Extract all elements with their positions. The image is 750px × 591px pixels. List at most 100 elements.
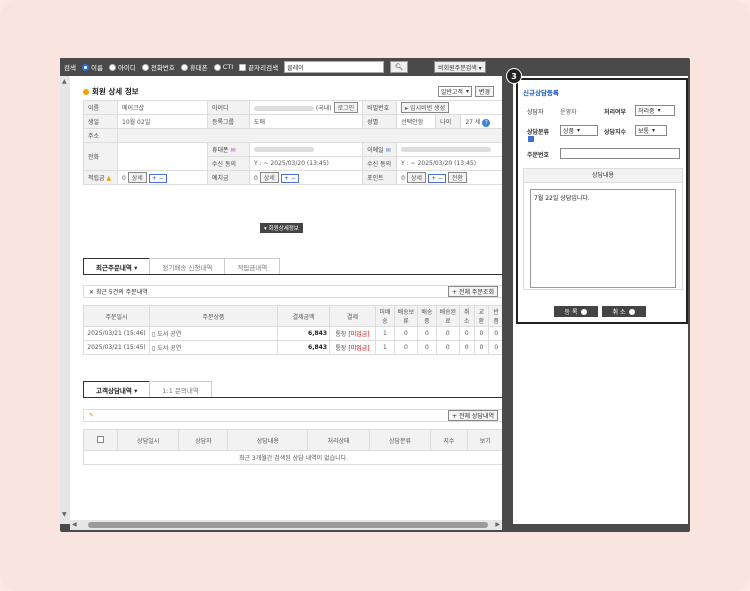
reserve-detail-button[interactable]: 상세 xyxy=(127,172,147,183)
label: 수신 동의 xyxy=(362,156,398,171)
radio-cti[interactable] xyxy=(213,63,221,71)
amount: 6,843 xyxy=(277,340,330,355)
value: 선택안함 xyxy=(396,114,437,129)
radio-name[interactable] xyxy=(81,63,89,71)
count: 0 xyxy=(393,326,418,341)
index-select[interactable]: 보통 ▾ xyxy=(635,125,667,136)
all-orders-button[interactable]: + 전체 주문조회 xyxy=(448,286,498,297)
tab-recent-orders[interactable]: 최근주문내역 ▾ xyxy=(83,258,151,275)
label: 이메일 ✉ xyxy=(362,142,398,157)
value: 0 xyxy=(254,175,258,182)
search-input[interactable]: 클레이 xyxy=(284,61,385,73)
deposit-detail-button[interactable]: 상세 xyxy=(259,172,279,183)
tab-consult-history[interactable]: 고객상담내역 ▾ xyxy=(83,381,151,398)
login-button[interactable]: 로그인 xyxy=(333,102,359,113)
horizontal-scrollbar[interactable]: ◀ ▶ xyxy=(70,520,502,530)
process-status-select[interactable]: 처리중 ▾ xyxy=(635,105,675,116)
radio-label: 아이디 xyxy=(117,64,136,72)
sms-icon[interactable]: ✉ xyxy=(230,147,235,154)
radio-label: 전화번호 xyxy=(150,64,175,72)
page-title: 회원 상세 정보 xyxy=(83,86,139,97)
value: (국내) xyxy=(315,105,332,112)
col-header: 보기 xyxy=(466,429,502,451)
table-row[interactable]: 2025/03/21 (15:45) ▯ 도서 공연 6,843 통장 [미입금… xyxy=(83,340,502,355)
order-date: 2025/03/21 (15:46) xyxy=(83,326,150,341)
point-adjust-button[interactable]: + − xyxy=(427,174,446,183)
all-consult-button[interactable]: + 전체 상담내역 xyxy=(448,410,498,421)
value: 27 세 xyxy=(465,118,481,126)
category-select[interactable]: 상품 ▾ xyxy=(560,125,598,136)
change-button[interactable]: 변경 xyxy=(474,86,494,97)
consult-content-textarea[interactable]: 7월 22일 상담입니다. xyxy=(530,189,676,288)
search-label: 검색 xyxy=(64,64,76,72)
coin-icon: ▲ xyxy=(106,175,112,182)
value: 메이크샵 xyxy=(117,100,208,115)
member-detail-toggle[interactable]: ▾ 회원상세정보 xyxy=(260,223,303,233)
radio-mobile[interactable] xyxy=(180,63,188,71)
button-label: 등 록 xyxy=(564,309,578,316)
pay-method: 통장 xyxy=(335,331,347,338)
button-label: 취 소 xyxy=(612,309,626,316)
close-icon[interactable]: ✕ xyxy=(89,289,94,296)
count: 0 xyxy=(416,340,437,355)
cancel-button[interactable]: 취 소 xyxy=(602,306,646,317)
temp-password-button[interactable]: ▸ 임시비번 생성 xyxy=(401,102,450,113)
scroll-down-icon[interactable]: ▼ xyxy=(62,511,67,518)
tab-qna[interactable]: 1:1 문의내역 xyxy=(149,381,212,398)
guest-order-search-button[interactable]: 비회원주문검색 ▾ xyxy=(434,61,486,73)
order-tabs: 최근주문내역 ▾ 정기배송 신청내역 적립금내역 xyxy=(83,258,281,275)
product-link[interactable]: 도서 공연 xyxy=(157,345,181,352)
label: 주문번호 xyxy=(527,152,550,159)
col-header: 처리상태 xyxy=(307,429,370,451)
help-icon[interactable]: ? xyxy=(482,118,491,127)
orders-table: 주문일시 주문상품 결제금액 결제 미배송 배송보류 배송중 배송완료 취소 교… xyxy=(83,305,502,355)
pay-status: [미입금] xyxy=(348,345,370,352)
checkbox-lastdigits[interactable] xyxy=(239,63,247,71)
empty-message: 최근 3개월간 검색된 상담 내역이 없습니다. xyxy=(83,450,502,465)
reserve-adjust-button[interactable]: + − xyxy=(148,174,167,183)
select-all-checkbox[interactable] xyxy=(97,435,104,443)
count: 0 xyxy=(435,340,460,355)
member-info-table: 이름 메이크샵 아이디 (국내) 로그인 비밀번호 ▸ 임시비번 생성 생일 1… xyxy=(83,100,502,185)
deposit-adjust-button[interactable]: + − xyxy=(280,174,299,183)
label-text: 휴대폰 xyxy=(212,147,229,154)
table-row[interactable]: 2025/03/21 (15:46) ▯ 도서 공연 6,843 통장 [미입금… xyxy=(83,326,502,341)
scroll-up-icon[interactable]: ▲ xyxy=(62,78,67,85)
register-button[interactable]: 등 록 xyxy=(554,306,598,317)
order-number-input[interactable] xyxy=(560,148,680,159)
scroll-thumb[interactable] xyxy=(88,522,488,528)
convert-button[interactable]: 전환 xyxy=(447,172,467,183)
select-value: 보통 xyxy=(638,128,650,135)
add-icon[interactable] xyxy=(528,136,534,142)
radio-label: 이름 xyxy=(90,64,103,72)
col-header: 반품 xyxy=(488,305,502,327)
col-header: 배송보류 xyxy=(393,305,418,327)
radio-phone[interactable] xyxy=(141,63,149,71)
count: 0 xyxy=(473,340,490,355)
memo-icon[interactable]: ✎ xyxy=(89,412,94,419)
customer-type-select[interactable]: 일반고객 ▾ xyxy=(437,86,472,97)
app-window: 검색 이름 아이디 전화번호 휴대폰 CTI 끝자리검색 클레이 🔍︎ 비회원주… xyxy=(60,58,690,532)
search-icon[interactable]: 🔍︎ xyxy=(390,61,409,73)
count: 0 xyxy=(488,326,502,341)
vertical-scrollbar[interactable]: ▲ ▼ xyxy=(60,76,70,524)
mail-icon[interactable]: ✉ xyxy=(386,147,391,154)
masked-mobile xyxy=(254,147,314,152)
col-header: 상담내용 xyxy=(227,429,309,451)
scroll-left-icon[interactable]: ◀ xyxy=(72,521,77,528)
tab-reserve[interactable]: 적립금내역 xyxy=(224,258,281,275)
arrow-circle-icon xyxy=(581,308,588,315)
scroll-right-icon[interactable]: ▶ xyxy=(495,521,500,528)
radio-label: CTI xyxy=(222,63,234,71)
counselor-value: 운영자 xyxy=(560,109,577,116)
select-value: 처리중 xyxy=(638,108,655,115)
point-detail-button[interactable]: 상세 xyxy=(406,172,426,183)
chevron-down-icon: ▾ xyxy=(652,127,656,134)
masked-id xyxy=(254,106,314,111)
chevron-down-icon: ▾ xyxy=(577,127,581,134)
product-link[interactable]: 도서 공연 xyxy=(157,331,181,338)
col-header: 지수 xyxy=(430,429,468,451)
tab-subscription[interactable]: 정기배송 신청내역 xyxy=(149,258,226,275)
content-header: 상담내용 xyxy=(524,169,682,183)
radio-id[interactable] xyxy=(108,63,116,71)
